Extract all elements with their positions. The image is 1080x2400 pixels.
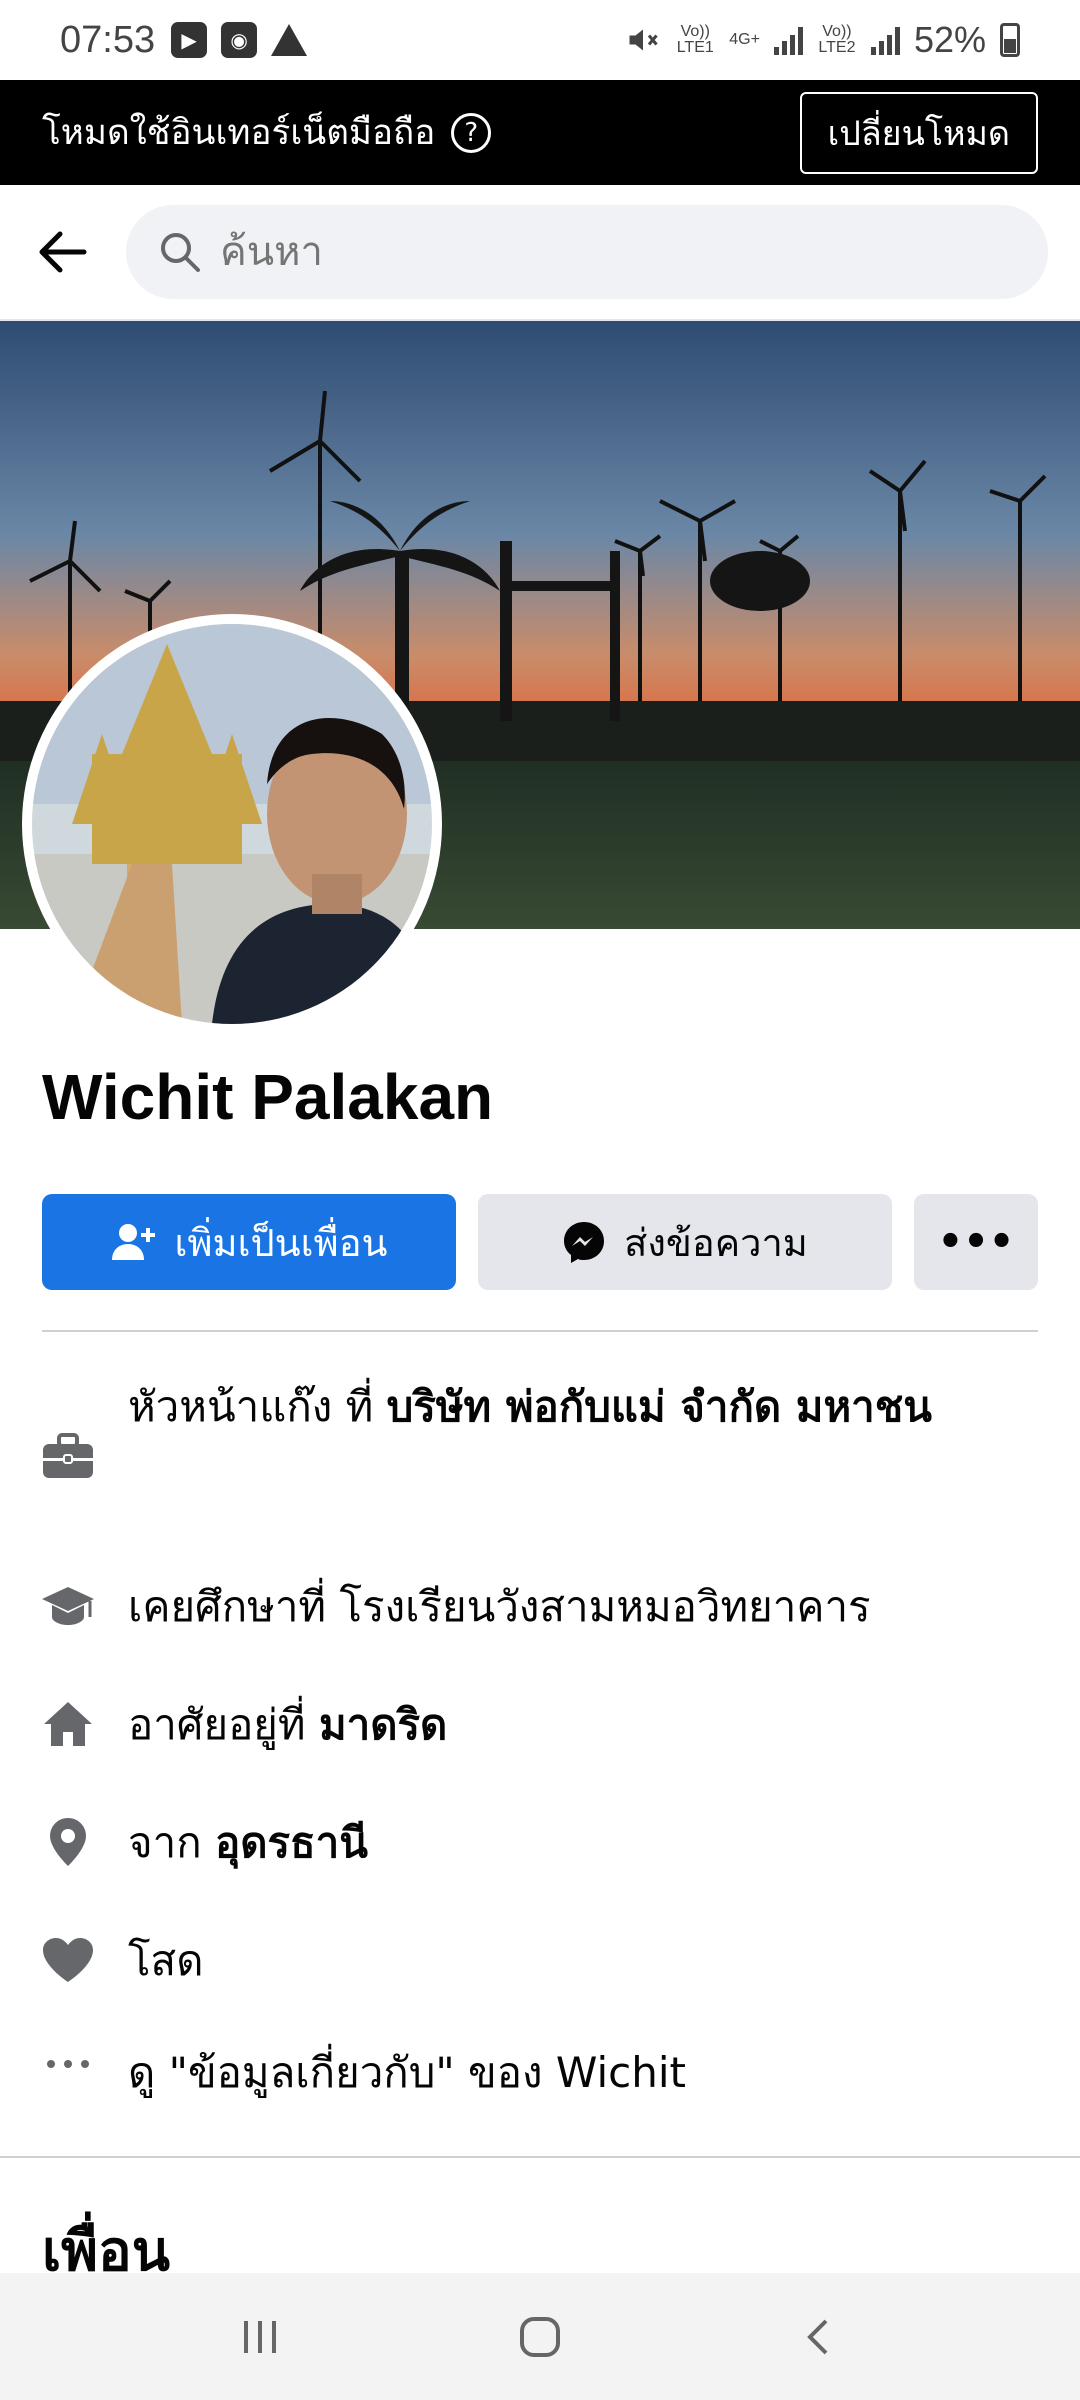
lives-place[interactable]: มาดริด [319, 1700, 447, 1749]
briefcase-icon [40, 1428, 96, 1484]
signal-icon [773, 25, 803, 55]
profile-name: Wichit Palakan [42, 1061, 494, 1133]
profile-actions: เพิ่มเป็นเพื่อน ส่งข้อความ ••• [42, 1194, 1038, 1290]
data-mode-bar: โหมดใช้อินเทอร์เน็ตมือถือ ? เปลี่ยนโหมด [0, 80, 1080, 185]
search-header [0, 185, 1080, 321]
relationship-text: โสด [128, 1936, 204, 1985]
mode-text: โหมดใช้อินเทอร์เน็ตมือถือ [42, 113, 436, 153]
location-pin-icon [40, 1814, 96, 1870]
work-text: หัวหน้าแก๊ง ที่ บริษัท พ่อกับแม่ จำกัด ม… [128, 1370, 1008, 1444]
switch-mode-button[interactable]: เปลี่ยนโหมด [799, 91, 1038, 174]
work-prefix: หัวหน้าแก๊ง ที่ [128, 1382, 387, 1431]
education-text: เคยศึกษาที่ โรงเรียนวังสามหมอวิทยาคาร [128, 1582, 871, 1631]
lives-prefix: อาศัยอยู่ที่ [128, 1700, 319, 1749]
from-text: จาก อุดรธานี [128, 1806, 1008, 1880]
search-input[interactable] [220, 229, 1016, 275]
lives-text: อาศัยอยู่ที่ มาดริด [128, 1688, 1008, 1762]
network-type: 4G+ [729, 31, 760, 48]
status-time: 07:53 [60, 18, 156, 61]
warning-icon [271, 24, 308, 56]
messenger-icon [562, 1220, 606, 1264]
add-friend-button[interactable]: เพิ่มเป็นเพื่อน [42, 1194, 456, 1290]
camera-app-icon: ◉ [221, 22, 258, 58]
battery-percent: 52% [913, 19, 986, 60]
about-link[interactable]: ดู "ข้อมูลเกี่ยวกับ" ของ Wichit [128, 2036, 1008, 2110]
system-nav-bar [0, 2273, 1080, 2400]
work-place[interactable]: บริษัท พ่อกับแม่ จำกัด มหาชน [387, 1382, 932, 1431]
back-arrow-icon[interactable] [32, 222, 92, 282]
graduation-cap-icon [40, 1578, 96, 1634]
from-place[interactable]: อุดรธานี [215, 1818, 368, 1867]
battery-icon [1000, 23, 1020, 57]
home-icon [40, 1696, 96, 1752]
status-right: Vo)) LTE1 4G+ Vo)) LTE2 52% [625, 19, 1020, 61]
add-friend-label: เพิ่มเป็นเพื่อน [174, 1220, 388, 1265]
video-app-icon: ▶ [171, 22, 208, 58]
profile-picture[interactable] [22, 614, 442, 1034]
sim2-label: Vo)) LTE2 [818, 23, 856, 56]
add-friend-icon [110, 1222, 156, 1262]
more-dots-icon [40, 2036, 96, 2092]
more-options-button[interactable]: ••• [914, 1194, 1038, 1290]
status-bar: 07:53 ▶ ◉ Vo)) LTE1 4G+ Vo)) LTE2 52% [0, 0, 1080, 80]
home-button-icon[interactable] [500, 2297, 580, 2377]
back-button-icon[interactable] [780, 2297, 860, 2377]
heart-icon [40, 1932, 96, 1988]
sim1-label: Vo)) LTE1 [676, 23, 714, 56]
message-button[interactable]: ส่งข้อความ [478, 1194, 892, 1290]
search-icon [161, 233, 200, 272]
notification-icons: ▶ ◉ [171, 22, 308, 58]
recent-apps-icon[interactable] [220, 2297, 300, 2377]
search-bar[interactable] [126, 205, 1048, 299]
mute-icon [629, 29, 658, 51]
signal-icon-2 [870, 25, 900, 55]
section-divider [0, 2156, 1080, 2158]
divider [42, 1330, 1038, 1332]
from-prefix: จาก [128, 1818, 215, 1867]
message-label: ส่งข้อความ [624, 1220, 808, 1265]
help-icon[interactable]: ? [451, 112, 492, 153]
